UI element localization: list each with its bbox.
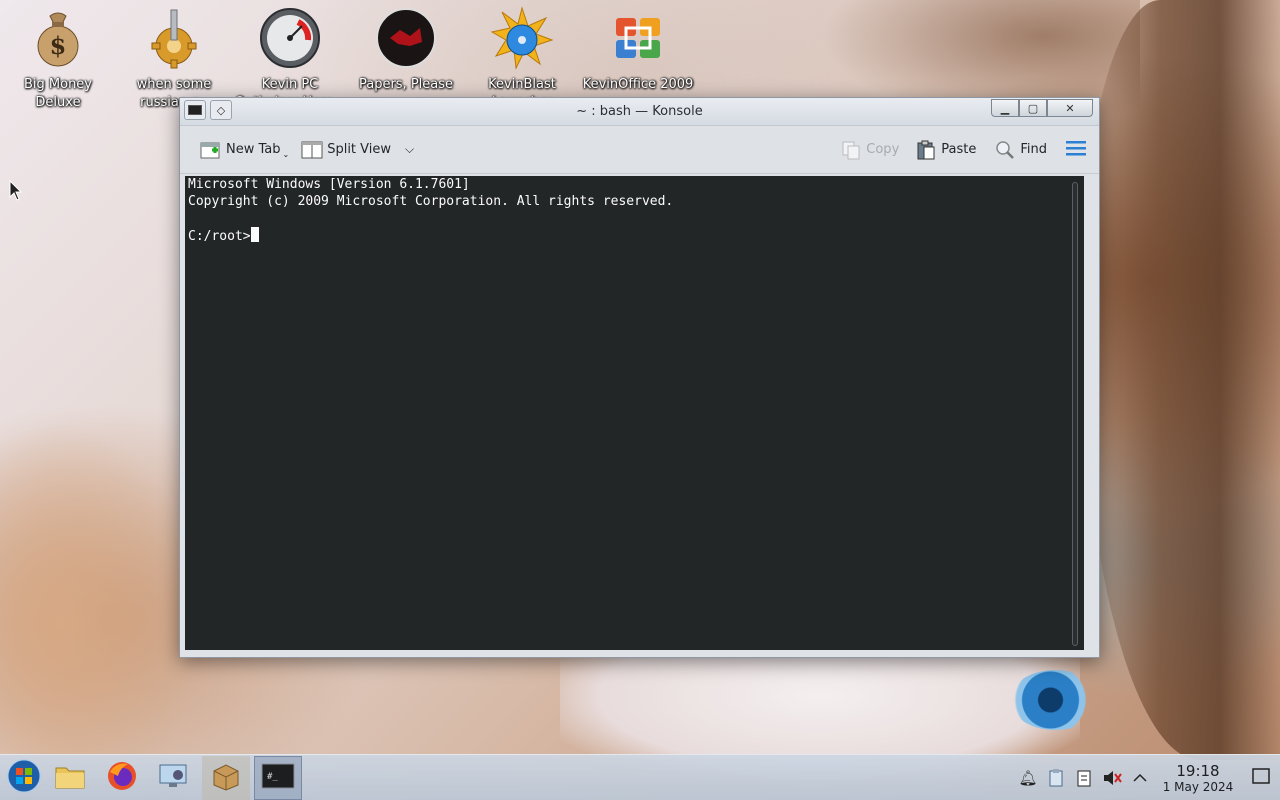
- office-logo-icon: [606, 6, 670, 70]
- maximize-button[interactable]: ▢: [1019, 99, 1047, 117]
- close-icon: ✕: [1065, 101, 1075, 115]
- clipboard-icon[interactable]: [1070, 764, 1098, 792]
- desktop-icon-papers-please[interactable]: Papers, Please: [350, 6, 462, 94]
- volume-muted-icon[interactable]: [1098, 764, 1126, 792]
- copy-icon: [840, 140, 862, 160]
- show-desktop-icon: [1252, 768, 1270, 788]
- folder-icon: [54, 762, 86, 794]
- new-tab-label: New Tab: [226, 142, 281, 157]
- system-tray: 🔔︎ 19:18 1 May 2024: [1014, 755, 1280, 800]
- minimize-icon: ▁: [1000, 101, 1010, 115]
- taskbar-firefox[interactable]: [98, 756, 146, 800]
- taskbar-file-manager[interactable]: [46, 756, 94, 800]
- find-button[interactable]: Find: [992, 136, 1049, 164]
- money-bag-icon: $: [26, 6, 90, 70]
- clock-time: 19:18: [1176, 761, 1220, 780]
- start-menu-button[interactable]: [0, 756, 48, 800]
- disc-burst-icon: [490, 6, 554, 70]
- terminal-line: Copyright (c) 2009 Microsoft Corporation…: [188, 194, 674, 209]
- split-view-icon: [301, 140, 323, 160]
- mouse-pointer-icon: [9, 180, 23, 201]
- dropdown-corner-icon: ⌄: [282, 150, 290, 159]
- firefox-icon: [106, 760, 138, 796]
- desktop-icon-kevinoffice-2009[interactable]: KevinOffice 2009: [582, 6, 694, 94]
- clock[interactable]: 19:18 1 May 2024: [1154, 761, 1242, 794]
- copy-label: Copy: [866, 142, 900, 157]
- show-desktop-button[interactable]: [1242, 755, 1280, 800]
- paste-label: Paste: [941, 142, 977, 157]
- tray-expand-chevron-icon[interactable]: [1126, 764, 1154, 792]
- paste-icon: [915, 140, 937, 160]
- svg-text:#_: #_: [267, 772, 278, 782]
- window-titlebar[interactable]: ◇ ~ : bash — Konsole ▁ ▢ ✕: [180, 98, 1099, 126]
- close-button[interactable]: ✕: [1047, 99, 1093, 117]
- new-tab-button[interactable]: New Tab ⌄: [198, 136, 291, 164]
- search-icon: [994, 140, 1016, 160]
- desktop-icon-label: KevinOffice 2009: [582, 77, 694, 92]
- new-tab-icon: [200, 140, 222, 160]
- desktop-icon-label: Big Money Deluxe: [23, 77, 92, 110]
- terminal-line: Microsoft Windows [Version 6.1.7601]: [188, 177, 470, 192]
- notifications-bell-icon[interactable]: 🔔︎: [1014, 764, 1042, 792]
- start-orb-icon: [7, 759, 41, 797]
- wallpaper-eye: [1010, 670, 1100, 730]
- clipboard-manager-icon[interactable]: [1042, 764, 1070, 792]
- gear-icon: [142, 6, 206, 70]
- terminal-view[interactable]: Microsoft Windows [Version 6.1.7601] Cop…: [185, 176, 1084, 650]
- taskbar-package-manager[interactable]: [202, 756, 250, 800]
- hamburger-menu-icon: [1065, 138, 1087, 162]
- terminal-scrollbar[interactable]: [1072, 182, 1078, 646]
- clock-date: 1 May 2024: [1162, 779, 1234, 794]
- taskbar-konsole[interactable]: #_: [254, 756, 302, 800]
- speedometer-icon: [258, 6, 322, 70]
- system-settings-icon: [158, 761, 190, 795]
- split-view-button[interactable]: Split View ⌵: [299, 136, 416, 164]
- papers-please-icon: [374, 6, 438, 70]
- minimize-button[interactable]: ▁: [991, 99, 1019, 117]
- hamburger-menu-button[interactable]: [1063, 134, 1089, 166]
- terminal-icon: #_: [261, 763, 295, 793]
- window-title: ~ : bash — Konsole: [576, 104, 703, 119]
- maximize-icon: ▢: [1027, 101, 1039, 115]
- split-view-label: Split View: [327, 142, 392, 157]
- chevron-down-icon[interactable]: ⌵: [405, 142, 414, 157]
- taskbar-system-settings[interactable]: [150, 756, 198, 800]
- wallpaper-shoulder: [0, 420, 200, 760]
- terminal-prompt: C:/root>: [188, 229, 251, 244]
- terminal-prompt-line: C:/root>: [188, 227, 259, 245]
- desktop-icon-big-money-deluxe[interactable]: $ Big Money Deluxe: [2, 6, 114, 112]
- find-label: Find: [1020, 142, 1047, 157]
- package-box-icon: [210, 761, 242, 795]
- terminal-cursor: [250, 227, 259, 242]
- konsole-window: ◇ ~ : bash — Konsole ▁ ▢ ✕ New Tab ⌄ Spl…: [179, 97, 1100, 658]
- wallpaper-hair-right: [1080, 0, 1280, 760]
- copy-button[interactable]: Copy: [838, 136, 901, 164]
- konsole-toolbar: New Tab ⌄ Split View ⌵ Copy Paste Find: [180, 126, 1099, 174]
- desktop-icon-label: Papers, Please: [358, 77, 454, 92]
- paste-button[interactable]: Paste: [913, 136, 978, 164]
- taskbar: #_ 🔔︎ 19:18 1 May 2024: [0, 754, 1280, 800]
- svg-text:$: $: [50, 31, 67, 60]
